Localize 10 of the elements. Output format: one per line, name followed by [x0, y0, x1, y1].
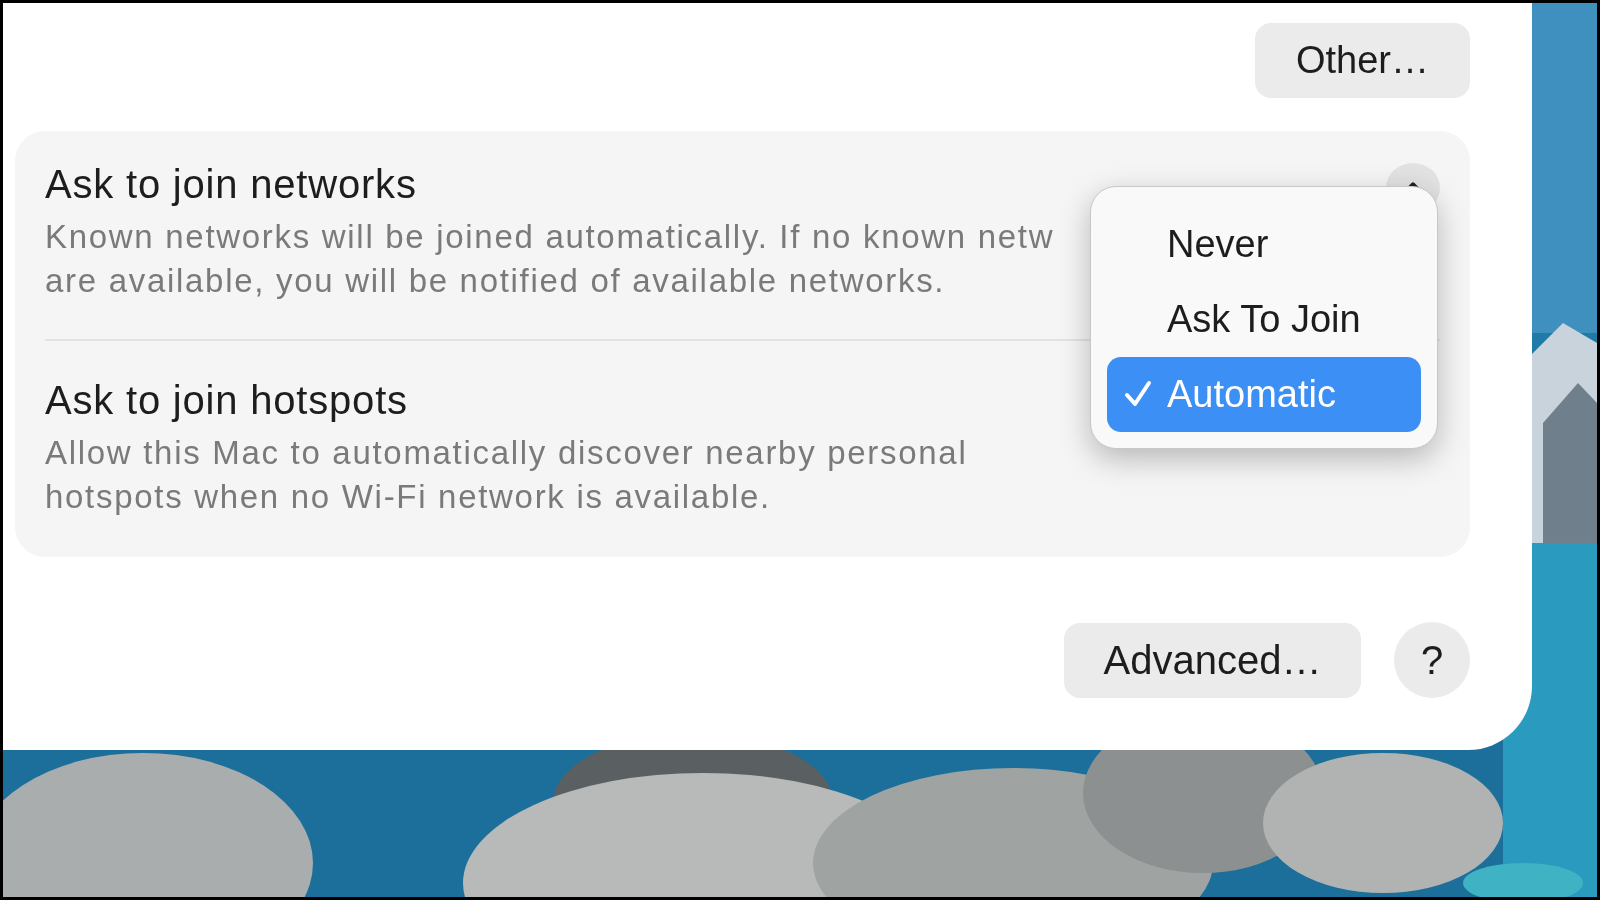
checkmark-icon [1123, 379, 1153, 409]
setting-title: Ask to join networks [45, 161, 418, 207]
menu-item[interactable]: Never [1107, 207, 1421, 282]
help-button[interactable]: ? [1394, 622, 1470, 698]
setting-description: Allow this Mac to automatically discover nearby personal hotspots when no Wi-Fi network is available. [45, 433, 968, 517]
setting-title: Ask to join hotspots [45, 377, 409, 423]
setting-description: Known networks will be joined automatically. If no known netw are available, you will be notified of available networks. [45, 217, 1055, 301]
advanced-button[interactable]: Advanced… [1064, 622, 1361, 698]
other-button[interactable]: Other… [1255, 23, 1470, 98]
menu-item[interactable]: Ask To Join [1107, 282, 1421, 357]
